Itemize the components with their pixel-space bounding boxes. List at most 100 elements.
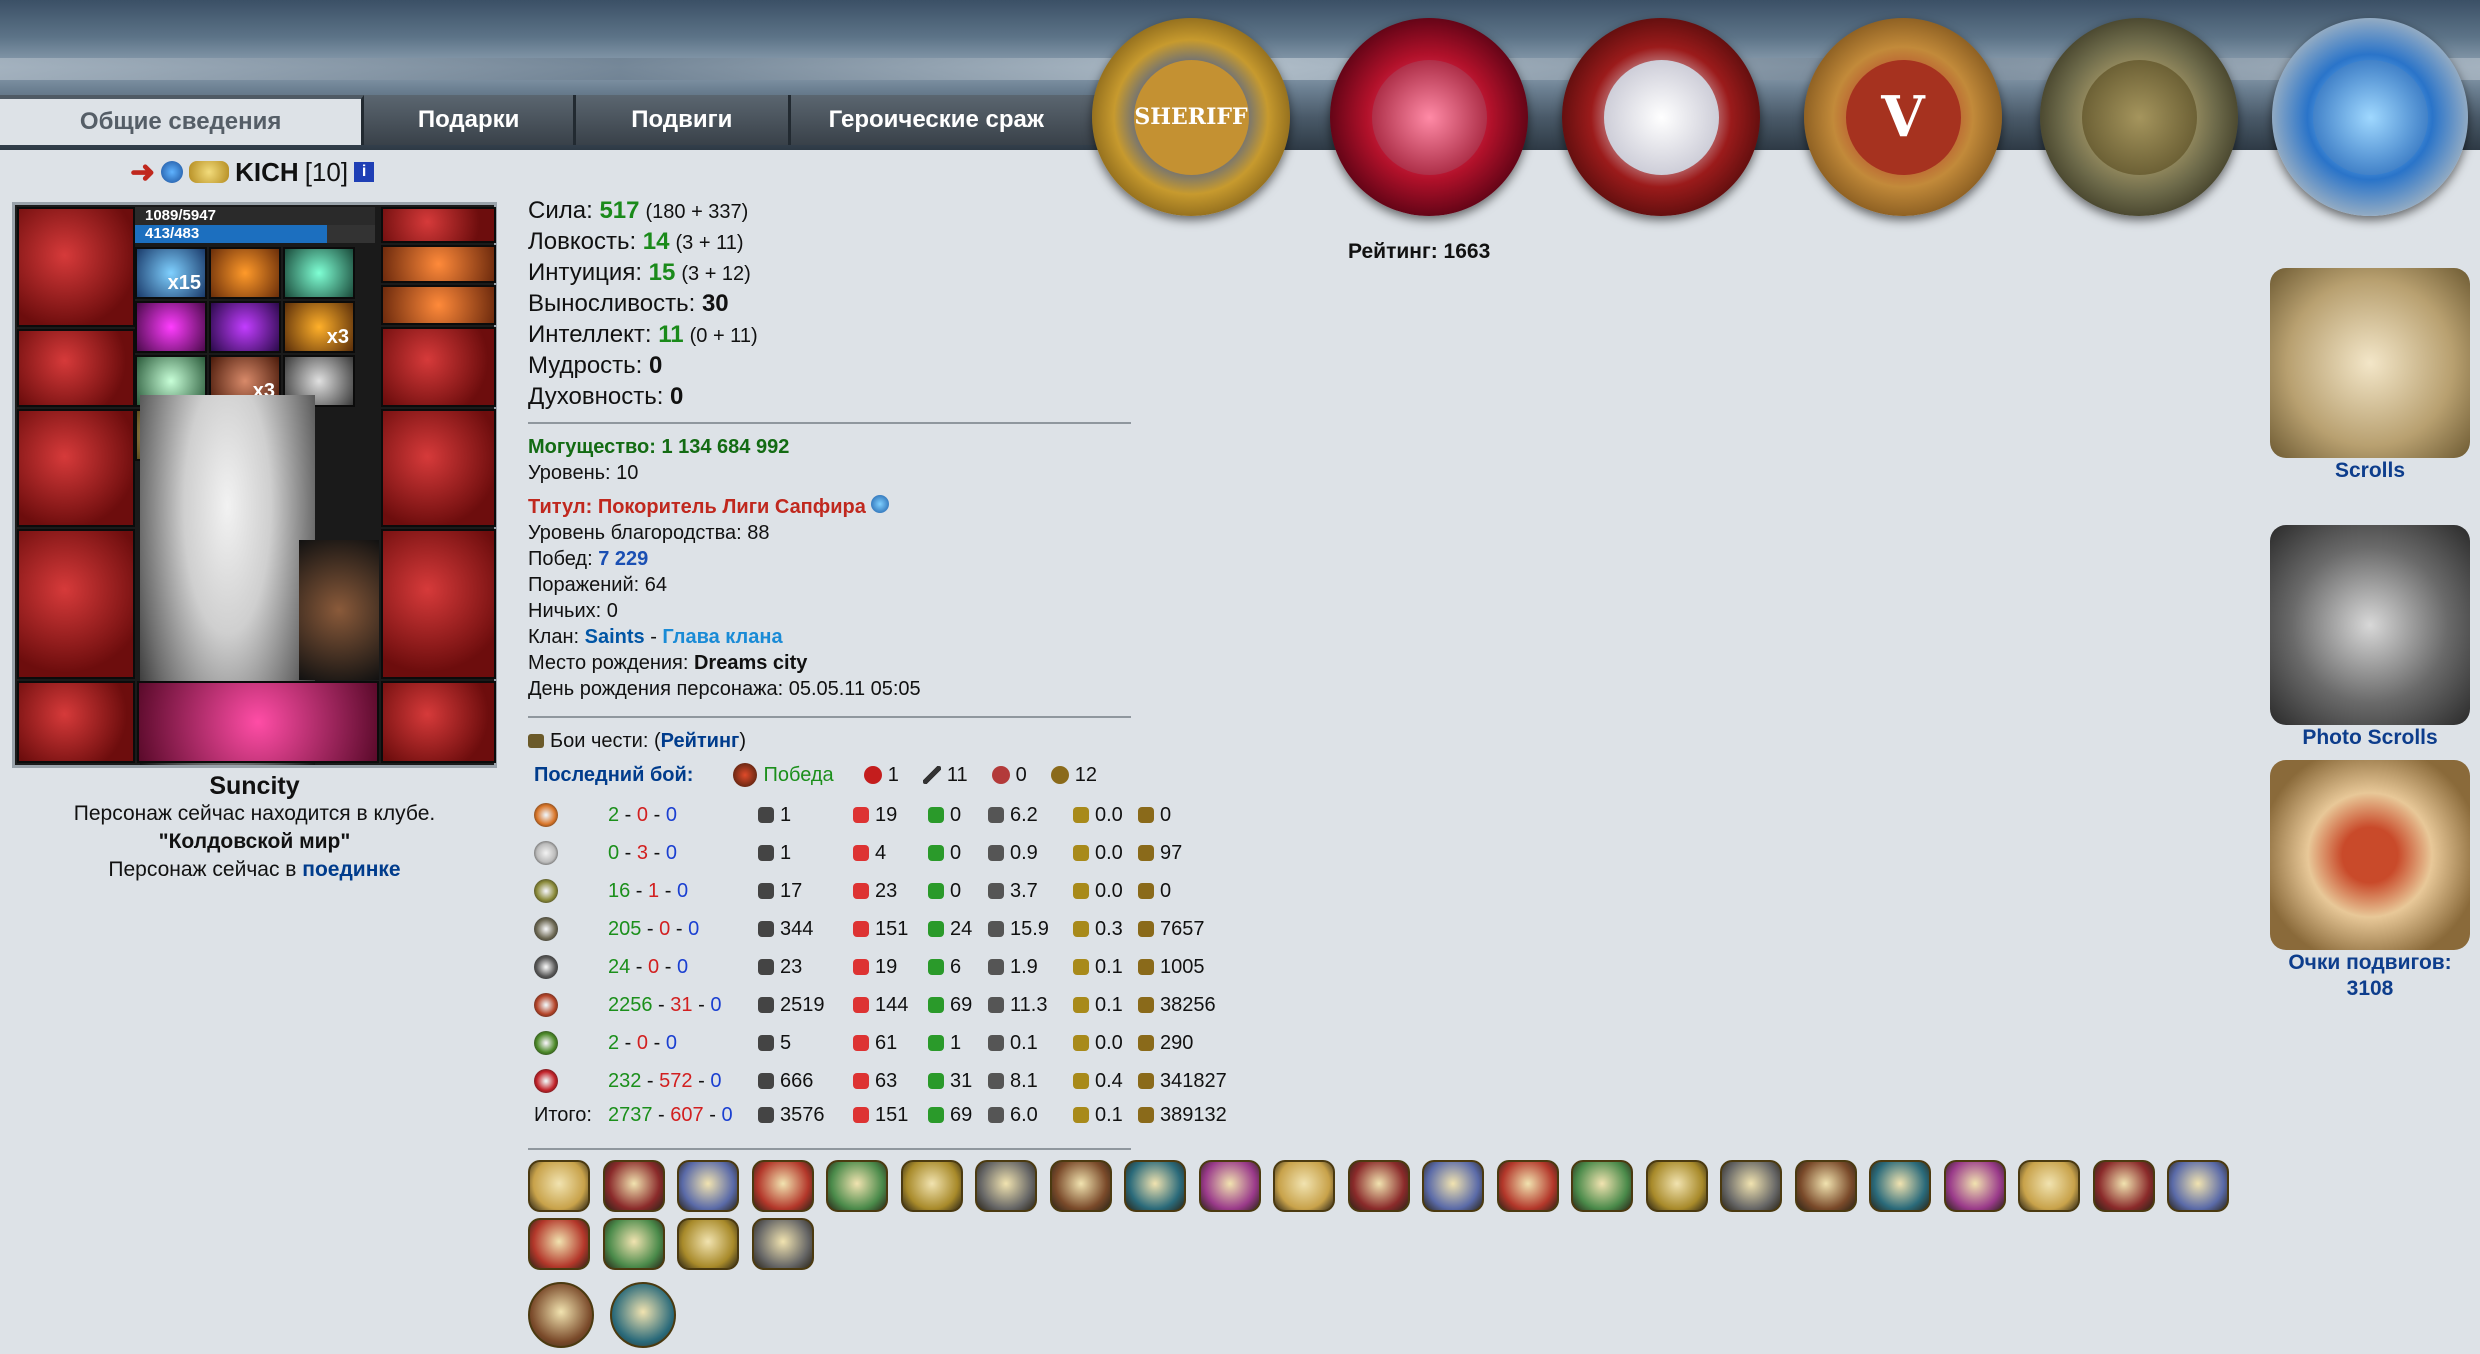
battle-value: 3.7 xyxy=(1010,879,1038,902)
power-value: Могущество: 1 134 684 992 xyxy=(528,436,790,458)
achievement-badge-icon[interactable] xyxy=(1943,1160,2006,1212)
armor-slot[interactable] xyxy=(17,529,135,679)
legs-slot[interactable] xyxy=(381,529,496,679)
belt-slot[interactable] xyxy=(17,681,135,763)
achievement-badge-icon[interactable] xyxy=(2167,1160,2229,1212)
wings-slot[interactable] xyxy=(137,681,379,763)
achievement-badge-icon[interactable] xyxy=(1496,1160,1559,1212)
battle-value: 1 xyxy=(950,1031,962,1054)
achievement-badge-icon[interactable] xyxy=(528,1282,594,1348)
offhand-slot[interactable] xyxy=(381,409,496,527)
inventory-item[interactable] xyxy=(283,247,355,299)
photo-scrolls-panel[interactable]: Photo Scrolls xyxy=(2270,525,2470,751)
feats-label: Очки подвигов: xyxy=(2288,951,2452,974)
achievement-badge-icon[interactable] xyxy=(1645,1160,1708,1212)
lightning-icon xyxy=(853,1107,869,1123)
inventory-item[interactable] xyxy=(209,301,281,353)
tab-general-info[interactable]: Общие сведения xyxy=(0,95,365,145)
achievement-badge-icon[interactable] xyxy=(2018,1160,2080,1212)
roman-five-medal-icon[interactable]: V xyxy=(1804,18,2002,216)
achievement-badge-icon[interactable] xyxy=(1273,1160,1335,1212)
achievement-badge-icon[interactable] xyxy=(975,1160,1037,1212)
crimson-medal-icon[interactable] xyxy=(1330,18,1528,216)
pet-image[interactable] xyxy=(299,540,379,680)
boots-slot[interactable] xyxy=(381,681,496,763)
feats-panel[interactable]: Очки подвигов: 3108 xyxy=(2270,760,2470,1002)
battle-type-icon[interactable] xyxy=(534,841,564,865)
battle-value: 19 xyxy=(875,803,898,826)
stat-label: Мудрость: xyxy=(528,352,649,379)
inventory-item[interactable] xyxy=(209,247,281,299)
achievement-badge-icon[interactable] xyxy=(1869,1160,1931,1212)
achievement-badge-icon[interactable] xyxy=(1794,1160,1857,1212)
achievement-badge-icon[interactable] xyxy=(1422,1160,1484,1212)
info-icon[interactable]: i xyxy=(354,162,375,182)
duel-link[interactable]: поединке xyxy=(302,858,400,881)
achievement-badge-icon[interactable] xyxy=(677,1160,739,1212)
shield-icon xyxy=(758,845,774,861)
achievement-badge-icon[interactable] xyxy=(602,1218,665,1270)
sword-icon xyxy=(922,766,941,784)
achievement-badge-icon[interactable] xyxy=(826,1160,888,1212)
camera-icon[interactable] xyxy=(2270,525,2470,725)
inventory-item[interactable] xyxy=(135,301,207,353)
rings-slot[interactable] xyxy=(381,285,496,325)
crown-medal-icon[interactable] xyxy=(1562,18,1760,216)
achievement-badge-icon[interactable] xyxy=(1124,1160,1186,1212)
achievement-badge-icon[interactable] xyxy=(751,1160,814,1212)
cross-icon xyxy=(928,1035,944,1051)
losses-count: 0 xyxy=(636,1031,649,1054)
battle-type-icon[interactable] xyxy=(534,1069,564,1093)
bracers-slot[interactable] xyxy=(17,329,135,407)
honor-suffix: ) xyxy=(739,729,747,752)
achievement-badge-icon[interactable] xyxy=(751,1218,814,1270)
battle-type-icon[interactable] xyxy=(534,917,564,941)
achievement-badge-icon[interactable] xyxy=(602,1160,665,1212)
tab-feats[interactable]: Подвиги xyxy=(575,95,791,145)
crimson-core xyxy=(1371,59,1487,175)
scrolls-label[interactable]: Scrolls xyxy=(2270,458,2470,484)
blue-medal-icon[interactable] xyxy=(2272,18,2468,216)
stat-breakdown: (0 + 11) xyxy=(689,325,758,347)
ring-slot[interactable] xyxy=(381,245,496,283)
battle-type-icon[interactable] xyxy=(534,955,564,979)
battle-type-icon[interactable] xyxy=(534,1031,564,1055)
scrolls-panel[interactable]: Scrolls xyxy=(2270,268,2470,484)
weapon-slot[interactable] xyxy=(17,409,135,527)
battle-value: 63 xyxy=(875,1069,898,1092)
inventory-item[interactable]: x15 xyxy=(135,247,207,299)
wins-count: 2737 xyxy=(608,1103,653,1126)
achievement-badge-icon[interactable] xyxy=(1198,1160,1261,1212)
battle-value: 0.1 xyxy=(1095,955,1123,978)
helmet-slot[interactable] xyxy=(17,207,135,327)
battle-type-icon[interactable] xyxy=(534,993,564,1017)
photo-scrolls-label[interactable]: Photo Scrolls xyxy=(2270,725,2470,751)
bow-medal-icon[interactable] xyxy=(2040,18,2238,216)
feats-book-icon[interactable] xyxy=(2270,760,2470,950)
battle-value: 0.1 xyxy=(1095,1103,1123,1126)
amulet-slot[interactable] xyxy=(381,207,496,243)
achievement-badge-icon[interactable] xyxy=(1571,1160,1633,1212)
achievement-badge-icon[interactable] xyxy=(1049,1160,1112,1212)
achievement-badge-icon[interactable] xyxy=(1720,1160,1782,1212)
scrolls-icon[interactable] xyxy=(2270,268,2470,458)
clan-link[interactable]: Saints xyxy=(585,626,645,648)
clan-icon[interactable] xyxy=(161,161,184,183)
achievement-badge-icon[interactable] xyxy=(610,1282,676,1348)
inventory-item[interactable]: x3 xyxy=(283,301,355,353)
achievement-badge-icon[interactable] xyxy=(2092,1160,2155,1212)
achievement-badge-icon[interactable] xyxy=(528,1160,590,1212)
battle-type-icon[interactable] xyxy=(534,879,564,903)
sheriff-medal-icon[interactable]: SHERIFF xyxy=(1092,18,1290,216)
achievement-badge-icon[interactable] xyxy=(528,1218,590,1270)
tab-heroic-battles[interactable]: Героические сраж xyxy=(790,95,1120,145)
battle-type-icon[interactable] xyxy=(534,803,564,827)
trophy-icon xyxy=(1138,997,1154,1013)
achievement-badge-icon[interactable] xyxy=(1347,1160,1410,1212)
achievement-badge-icon[interactable] xyxy=(900,1160,963,1212)
achievement-badge-icon[interactable] xyxy=(677,1218,739,1270)
honor-rating-link[interactable]: Рейтинг xyxy=(661,730,740,753)
tab-gifts[interactable]: Подарки xyxy=(364,95,576,145)
gloves-slot[interactable] xyxy=(381,327,496,407)
arrow-icon[interactable]: ➜ xyxy=(130,155,155,190)
